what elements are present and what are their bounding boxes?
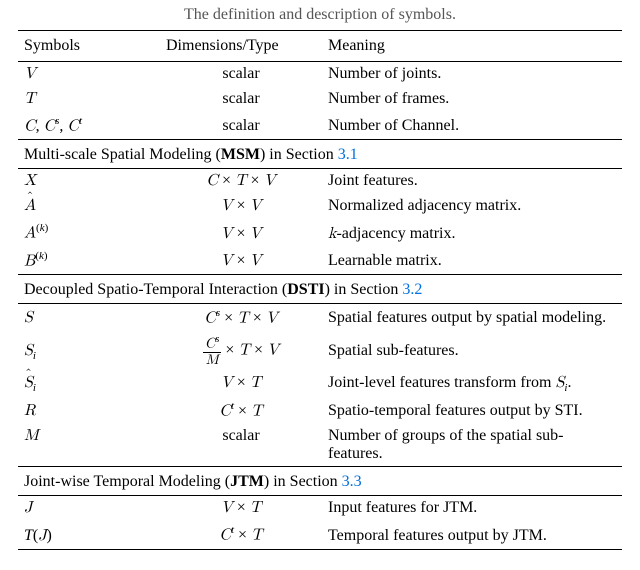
cell-dim: scalar bbox=[160, 424, 322, 467]
cell-dim: V × T bbox=[160, 496, 322, 522]
section-row-dsti: Decoupled Spatio-Temporal Interaction (D… bbox=[18, 274, 622, 303]
symbol-table: Symbols Dimensions/Type Meaning V scalar… bbox=[18, 30, 622, 550]
section-ref-link[interactable]: 3.2 bbox=[402, 281, 422, 298]
table-row: C, Cs, Ct scalar Number of Channel. bbox=[18, 112, 622, 140]
table-row: Si V × T Joint-level features transform … bbox=[18, 371, 622, 397]
cell-dim: scalar bbox=[160, 112, 322, 140]
section-abbr: DSTI bbox=[287, 281, 324, 298]
section-pre: Multi-scale Spatial Modeling ( bbox=[24, 146, 221, 163]
cell-mean: Number of Channel. bbox=[322, 112, 622, 140]
section-ref-link[interactable]: 3.3 bbox=[342, 473, 362, 490]
table-row: B(k) V × V Learnable matrix. bbox=[18, 247, 622, 275]
table-row: A(k) V × V k-adjacency matrix. bbox=[18, 219, 622, 246]
cell-symbol: T(J) bbox=[18, 521, 160, 549]
table-row: V scalar Number of joints. bbox=[18, 62, 622, 88]
cell-dim: V × V bbox=[160, 219, 322, 246]
table-caption: The definition and description of symbol… bbox=[18, 6, 622, 24]
header-meaning: Meaning bbox=[322, 31, 622, 62]
cell-mean: Learnable matrix. bbox=[322, 247, 622, 275]
cell-symbol: B(k) bbox=[18, 247, 160, 275]
table-row: M scalar Number of groups of the spatial… bbox=[18, 424, 622, 467]
cell-symbol: A(k) bbox=[18, 219, 160, 246]
cell-dim: Cs × T × V bbox=[160, 303, 322, 331]
section-mid: ) in Section bbox=[260, 146, 338, 163]
cell-mean-post: . bbox=[567, 374, 571, 391]
header-dimensions: Dimensions/Type bbox=[160, 31, 322, 62]
cell-mean: Joint features. bbox=[322, 169, 622, 195]
cell-symbol: A bbox=[18, 194, 160, 219]
table-row: J V × T Input features for JTM. bbox=[18, 496, 622, 522]
cell-mean: Input features for JTM. bbox=[322, 496, 622, 522]
section-row-msm: Multi-scale Spatial Modeling (MSM) in Se… bbox=[18, 140, 622, 169]
table-row: A V × V Normalized adjacency matrix. bbox=[18, 194, 622, 219]
cell-mean: k-adjacency matrix. bbox=[322, 219, 622, 246]
cell-symbol: M bbox=[18, 424, 160, 467]
section-text: Joint-wise Temporal Modeling (JTM) in Se… bbox=[18, 467, 622, 496]
cell-dim: CsM × T × V bbox=[160, 331, 322, 371]
table-container: The definition and description of symbol… bbox=[0, 0, 640, 570]
section-ref-link[interactable]: 3.1 bbox=[338, 146, 358, 163]
cell-mean-pre: Joint-level features transform from bbox=[328, 374, 555, 391]
cell-symbol: S bbox=[18, 303, 160, 331]
section-text: Decoupled Spatio-Temporal Interaction (D… bbox=[18, 274, 622, 303]
section-row-jtm: Joint-wise Temporal Modeling (JTM) in Se… bbox=[18, 467, 622, 496]
cell-symbol: Si bbox=[18, 371, 160, 397]
cell-mean-text: -adjacency matrix. bbox=[336, 225, 455, 242]
table-row: X C × T × V Joint features. bbox=[18, 169, 622, 195]
cell-mean: Number of frames. bbox=[322, 87, 622, 112]
table-row: Si CsM × T × V Spatial sub-features. bbox=[18, 331, 622, 371]
cell-dim: V × V bbox=[160, 194, 322, 219]
cell-mean: Spatio-temporal features output by STI. bbox=[322, 397, 622, 424]
section-mid: ) in Section bbox=[264, 473, 342, 490]
cell-symbol: X bbox=[18, 169, 160, 195]
cell-symbol: J bbox=[18, 496, 160, 522]
section-text: Multi-scale Spatial Modeling (MSM) in Se… bbox=[18, 140, 622, 169]
cell-mean: Spatial features output by spatial model… bbox=[322, 303, 622, 331]
cell-mean: Normalized adjacency matrix. bbox=[322, 194, 622, 219]
section-pre: Joint-wise Temporal Modeling ( bbox=[24, 473, 230, 490]
cell-dim: V × T bbox=[160, 371, 322, 397]
table-header-row: Symbols Dimensions/Type Meaning bbox=[18, 31, 622, 62]
cell-symbol: C, Cs, Ct bbox=[18, 112, 160, 140]
cell-dim: Ct × T bbox=[160, 397, 322, 424]
header-symbols: Symbols bbox=[18, 31, 160, 62]
section-mid: ) in Section bbox=[325, 281, 403, 298]
table-row: T(J) Ct × T Temporal features output by … bbox=[18, 521, 622, 549]
section-pre: Decoupled Spatio-Temporal Interaction ( bbox=[24, 281, 287, 298]
cell-symbol: V bbox=[18, 62, 160, 88]
cell-mean: Joint-level features transform from Si. bbox=[322, 371, 622, 397]
cell-mean: Number of groups of the spatial sub-feat… bbox=[322, 424, 622, 467]
cell-mean: Temporal features output by JTM. bbox=[322, 521, 622, 549]
table-row: T scalar Number of frames. bbox=[18, 87, 622, 112]
cell-dim: V × V bbox=[160, 247, 322, 275]
cell-mean: Spatial sub-features. bbox=[322, 331, 622, 371]
section-abbr: MSM bbox=[221, 146, 260, 163]
section-abbr: JTM bbox=[230, 473, 264, 490]
table-row: S Cs × T × V Spatial features output by … bbox=[18, 303, 622, 331]
cell-dim: C × T × V bbox=[160, 169, 322, 195]
cell-dim: scalar bbox=[160, 62, 322, 88]
cell-mean: Number of joints. bbox=[322, 62, 622, 88]
cell-dim: Ct × T bbox=[160, 521, 322, 549]
cell-symbol: R bbox=[18, 397, 160, 424]
cell-symbol: T bbox=[18, 87, 160, 112]
cell-symbol: Si bbox=[18, 331, 160, 371]
cell-dim: scalar bbox=[160, 87, 322, 112]
table-row: R Ct × T Spatio-temporal features output… bbox=[18, 397, 622, 424]
